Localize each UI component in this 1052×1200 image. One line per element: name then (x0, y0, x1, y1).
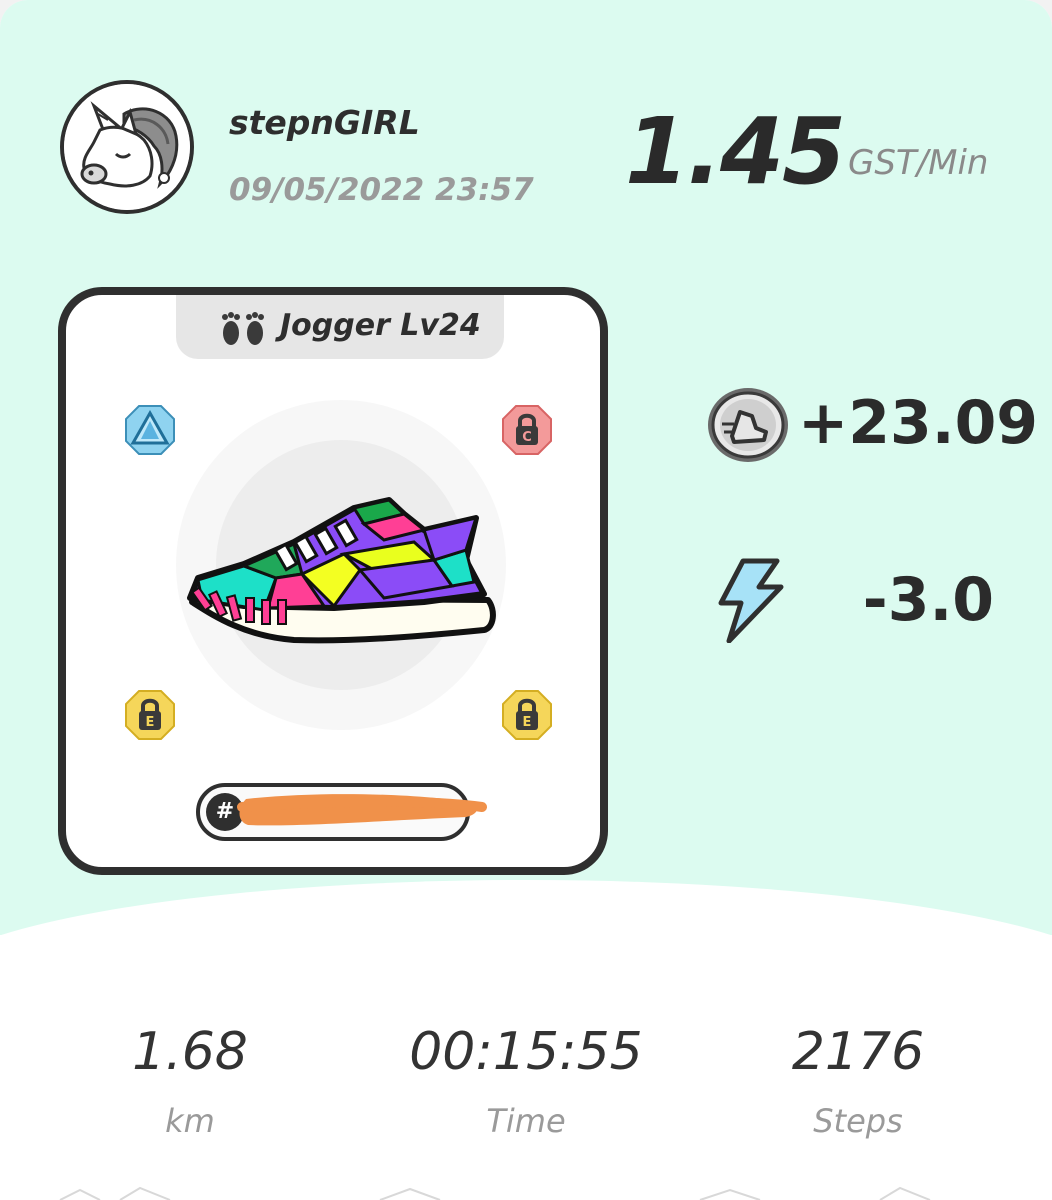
stat-value: 2176 (791, 1022, 925, 1082)
locked-socket-icon[interactable]: C (500, 403, 554, 457)
stat-time: 00:15:55 Time (376, 1022, 676, 1140)
svg-text:E: E (523, 715, 532, 730)
run-summary-card: stepnGIRL 09/05/2022 23:57 1.45 GST/Min … (0, 0, 1052, 1200)
sneaker-type-tab: Jogger Lv24 (176, 295, 504, 359)
gem-socket-icon[interactable] (123, 403, 177, 457)
stat-steps: 2176 Steps (708, 1022, 1008, 1140)
stat-value: 1.68 (132, 1022, 248, 1082)
locked-socket-icon[interactable]: E (500, 688, 554, 742)
lightning-icon (718, 558, 784, 643)
avatar[interactable] (60, 80, 194, 214)
stat-label: km (165, 1102, 215, 1140)
footprints-icon (222, 312, 264, 345)
stat-label: Time (486, 1102, 566, 1140)
username: stepnGIRL (229, 103, 420, 142)
locked-socket-icon[interactable]: E (123, 688, 177, 742)
energy-change-value: -3.0 (862, 565, 994, 635)
stat-value: 00:15:55 (409, 1022, 643, 1082)
sneaker-type-label: Jogger Lv24 (280, 308, 481, 343)
next-section-peek (59, 1186, 931, 1200)
stat-distance: 1.68 km (40, 1022, 340, 1140)
sneaker-image (187, 497, 496, 644)
gst-coin-icon (708, 388, 788, 462)
earning-rate-value: 1.45 (625, 98, 846, 205)
redaction-mark (237, 794, 487, 826)
stat-label: Steps (813, 1102, 903, 1140)
gst-earned-value: +23.09 (798, 388, 1039, 458)
earning-rate-unit: GST/Min (848, 143, 989, 183)
unicorn-icon (64, 84, 190, 210)
svg-text:E: E (146, 715, 155, 730)
run-timestamp: 09/05/2022 23:57 (229, 172, 534, 208)
svg-text:C: C (522, 430, 532, 445)
